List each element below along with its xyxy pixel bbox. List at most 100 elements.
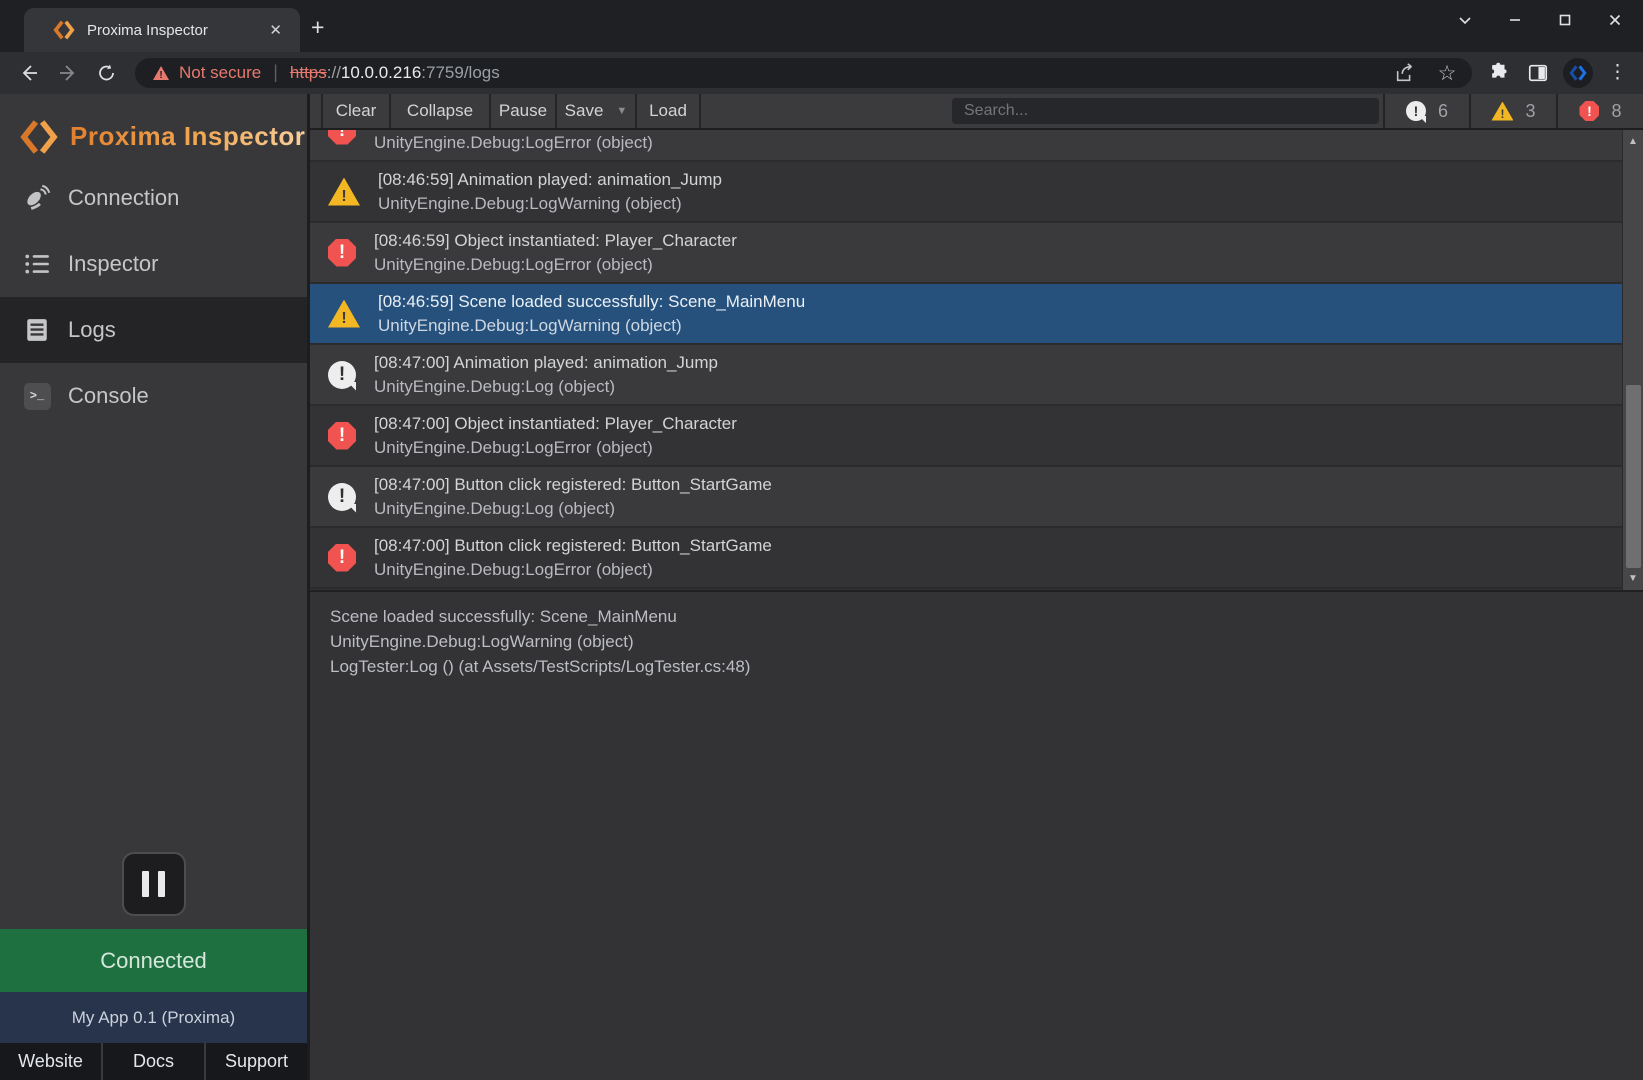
sidebar-item-logs[interactable]: Logs	[0, 297, 307, 363]
console-prompt-glyph: >_	[24, 383, 51, 410]
omnibox-separator: |	[273, 62, 278, 83]
footer-link-website[interactable]: Website	[0, 1043, 101, 1080]
log-scrollbar[interactable]: ▲ ▼	[1622, 130, 1643, 590]
profile-avatar[interactable]	[1563, 58, 1593, 88]
error-icon	[328, 422, 356, 450]
browser-url-bar: Not secure | https://10.0.0.216:7759/log…	[0, 52, 1643, 94]
search-input[interactable]	[952, 98, 1379, 124]
log-message: [08:47:00] Animation played: animation_J…	[374, 351, 718, 375]
warning-icon	[328, 300, 360, 328]
sidebar-item-connection[interactable]: Connection	[0, 165, 307, 231]
log-list: UnityEngine.Debug:LogError (object) [08:…	[310, 130, 1643, 590]
log-stacktrace: UnityEngine.Debug:LogError (object)	[374, 558, 772, 582]
info-filter-toggle[interactable]: 6	[1383, 94, 1469, 128]
extensions-puzzle-icon[interactable]	[1487, 61, 1511, 85]
logs-toolbar: Clear Collapse Pause Save ▼ Load 6 3	[310, 94, 1643, 130]
log-row[interactable]: [08:47:00] Button click registered: Butt…	[310, 467, 1643, 528]
logs-document-icon	[22, 315, 52, 345]
log-row[interactable]: UnityEngine.Debug:LogError (object)	[310, 130, 1643, 162]
bookmark-star-icon[interactable]: ☆	[1436, 62, 1458, 84]
scrollbar-down-arrow-icon[interactable]: ▼	[1623, 573, 1643, 584]
connection-satellite-icon	[22, 183, 52, 213]
not-secure-label[interactable]: Not secure	[179, 63, 261, 83]
log-stacktrace: UnityEngine.Debug:LogWarning (object)	[378, 192, 722, 216]
url-host: 10.0.0.216	[341, 63, 421, 82]
tab-close-icon[interactable]: ✕	[263, 19, 288, 41]
pause-area	[0, 852, 307, 929]
log-row[interactable]: [08:47:00] Animation played: animation_J…	[310, 345, 1643, 406]
warning-icon	[1491, 102, 1513, 121]
maximize-button[interactable]	[1557, 12, 1573, 28]
sidebar: Proxima Inspector Connection	[0, 94, 310, 1080]
share-icon[interactable]	[1394, 62, 1416, 84]
url-path: :7759/logs	[421, 63, 499, 82]
save-dropdown-caret-icon[interactable]: ▼	[616, 105, 627, 117]
brand-title: Proxima Inspector	[70, 121, 305, 152]
scrollbar-up-arrow-icon[interactable]: ▲	[1623, 136, 1643, 147]
warning-filter-toggle[interactable]: 3	[1469, 94, 1556, 128]
footer-link-support[interactable]: Support	[204, 1043, 307, 1080]
sidebar-item-label: Inspector	[68, 251, 159, 277]
log-message: [08:47:00] Button click registered: Butt…	[374, 473, 772, 497]
save-label: Save	[565, 101, 604, 121]
warning-count: 3	[1525, 101, 1535, 122]
log-stacktrace: UnityEngine.Debug:Log (object)	[374, 375, 718, 399]
error-icon	[328, 130, 356, 145]
sidebar-item-inspector[interactable]: Inspector	[0, 231, 307, 297]
pause-button[interactable]: Pause	[491, 94, 557, 128]
browser-tab-strip: Proxima Inspector ✕ +	[0, 0, 1643, 52]
detail-stack-line: UnityEngine.Debug:LogWarning (object)	[330, 629, 1643, 654]
pause-stream-button[interactable]	[122, 852, 186, 916]
log-message: [08:47:00] Button click registered: Butt…	[374, 534, 772, 558]
log-stacktrace: UnityEngine.Debug:LogError (object)	[374, 436, 737, 460]
log-detail-panel: Scene loaded successfully: Scene_MainMen…	[310, 592, 1643, 1080]
minimize-button[interactable]	[1507, 12, 1523, 28]
save-button[interactable]: Save ▼	[557, 94, 637, 128]
browser-menu-icon[interactable]: ⋮	[1608, 66, 1627, 80]
log-row[interactable]: [08:47:00] Button click registered: Butt…	[310, 528, 1643, 589]
scrollbar-thumb[interactable]	[1626, 385, 1641, 568]
log-message: [08:46:59] Animation played: animation_J…	[378, 168, 722, 192]
connection-status-badge: Connected	[0, 929, 307, 992]
close-window-button[interactable]	[1607, 12, 1623, 28]
log-row[interactable]: [08:46:59] Object instantiated: Player_C…	[310, 223, 1643, 284]
sidebar-item-label: Console	[68, 383, 149, 409]
clear-button[interactable]: Clear	[323, 94, 391, 128]
tab-search-chevron-icon[interactable]	[1457, 12, 1473, 28]
browser-tab[interactable]: Proxima Inspector ✕	[24, 8, 300, 52]
page-url: https://10.0.0.216:7759/logs	[290, 63, 500, 83]
detail-stack-line: LogTester:Log () (at Assets/TestScripts/…	[330, 654, 1643, 679]
back-button[interactable]	[19, 63, 39, 83]
info-icon	[1406, 101, 1426, 121]
collapse-button[interactable]: Collapse	[391, 94, 491, 128]
screen: Proxima Inspector ✕ +	[0, 0, 1643, 1080]
pause-icon	[158, 871, 165, 897]
window-controls	[1457, 0, 1643, 40]
log-stacktrace: UnityEngine.Debug:LogWarning (object)	[378, 314, 805, 338]
new-tab-button[interactable]: +	[311, 16, 324, 39]
log-message: [08:46:59] Scene loaded successfully: Sc…	[378, 290, 805, 314]
error-filter-toggle[interactable]: 8	[1556, 94, 1643, 128]
log-row[interactable]: [08:47:00] Object instantiated: Player_C…	[310, 406, 1643, 467]
reload-button[interactable]	[97, 63, 117, 83]
log-row[interactable]: [08:46:59] Animation played: animation_J…	[310, 162, 1643, 223]
sidebar-item-console[interactable]: >_ Console	[0, 363, 307, 429]
error-count: 8	[1611, 101, 1621, 122]
toolbar-spacer	[701, 94, 952, 128]
log-stacktrace: UnityEngine.Debug:LogError (object)	[374, 131, 653, 155]
app-name-label: My App 0.1 (Proxima)	[0, 992, 307, 1043]
app-body: Proxima Inspector Connection	[0, 94, 1643, 1080]
forward-button[interactable]	[58, 63, 78, 83]
proxima-logo-icon	[20, 118, 58, 156]
log-stacktrace: UnityEngine.Debug:LogError (object)	[374, 253, 737, 277]
address-bar[interactable]: Not secure | https://10.0.0.216:7759/log…	[135, 58, 1472, 88]
error-icon	[328, 544, 356, 572]
error-icon	[1579, 101, 1599, 121]
load-button[interactable]: Load	[637, 94, 701, 128]
info-icon	[328, 483, 356, 511]
log-row-selected[interactable]: [08:46:59] Scene loaded successfully: Sc…	[310, 284, 1643, 345]
footer-link-docs[interactable]: Docs	[101, 1043, 204, 1080]
side-panel-icon[interactable]	[1526, 61, 1550, 85]
not-secure-warning-icon	[153, 66, 169, 80]
brand-row: Proxima Inspector	[0, 94, 307, 165]
